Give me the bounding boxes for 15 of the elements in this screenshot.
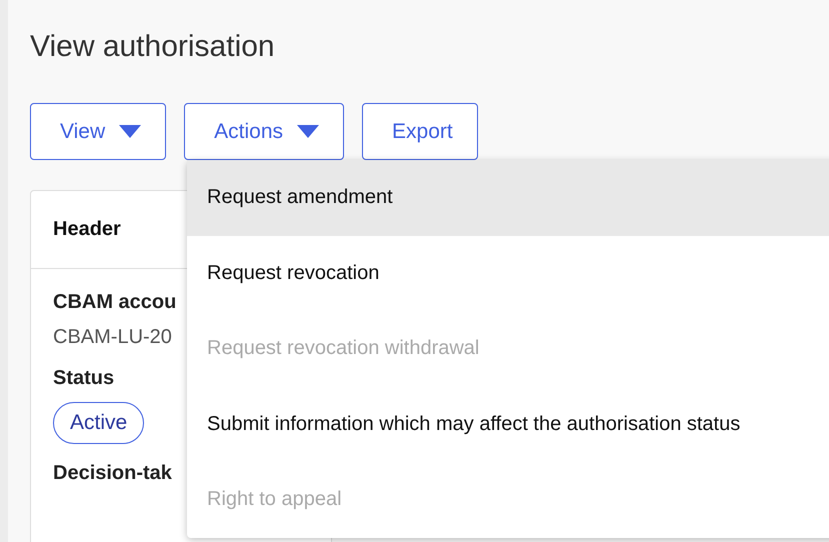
dropdown-button[interactable]: View bbox=[30, 103, 166, 160]
caret-icon bbox=[119, 125, 142, 138]
card-header: Header bbox=[53, 218, 121, 241]
caret-icon bbox=[297, 125, 320, 138]
field-label: Decision-tak bbox=[53, 462, 172, 485]
dropdown-button[interactable]: Actions bbox=[184, 103, 344, 160]
field-label: CBAM accou bbox=[53, 291, 176, 314]
field-value: CBAM-LU-20 bbox=[53, 326, 172, 349]
status-badge: Active bbox=[53, 402, 144, 444]
menu-item[interactable]: Request revocation bbox=[187, 236, 829, 311]
export-button[interactable]: Export bbox=[362, 103, 478, 160]
menu-item[interactable]: Submit information which may affect the authorisation status bbox=[187, 386, 829, 462]
field-label: Status bbox=[53, 367, 114, 390]
page-title: View authorisation bbox=[30, 29, 276, 65]
menu-item[interactable]: Request amendment bbox=[187, 160, 829, 236]
